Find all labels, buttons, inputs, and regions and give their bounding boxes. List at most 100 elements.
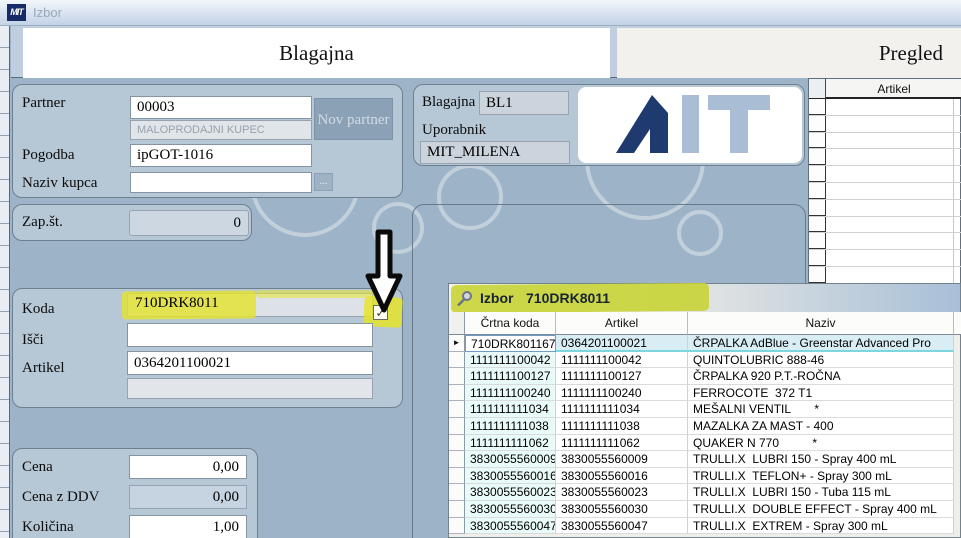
row-selector[interactable]	[809, 149, 826, 166]
cell-crtna-koda[interactable]: 1111111100240	[465, 384, 556, 402]
cell-artikel[interactable]: 3830055560030	[556, 501, 688, 518]
cell-naziv[interactable]: TRULLI.X LUBRI 150 - Spray 400 mL	[688, 451, 954, 468]
row-selector[interactable]	[809, 199, 826, 216]
popup-header-artikel[interactable]: Artikel	[556, 312, 688, 335]
cell-naziv[interactable]: TRULLI.X LUBRI 150 - Tuba 115 mL	[688, 484, 954, 501]
row-selector[interactable]	[449, 351, 465, 369]
row-selector[interactable]	[449, 501, 465, 518]
row-selector[interactable]: ►	[449, 335, 465, 352]
cell-naziv[interactable]: TRULLI.X EXTREM - Spray 300 mL	[688, 517, 954, 535]
popup-table-row[interactable]: 1111111111034 1111111111034 MEŠALNI VENTIL…	[449, 401, 961, 418]
cell-naziv[interactable]: QUINTOLUBRIC 888-46	[688, 351, 954, 369]
cart-table-row[interactable]	[809, 166, 961, 183]
cell-naziv[interactable]: QUAKER N 770 *	[688, 434, 954, 452]
cart-table-row[interactable]	[809, 99, 961, 116]
row-selector[interactable]	[809, 132, 826, 149]
partner-input[interactable]: 00003	[130, 96, 312, 119]
row-selector[interactable]	[809, 250, 826, 266]
koda-input[interactable]: 710DRK8011	[121, 290, 376, 320]
row-selector[interactable]	[809, 166, 826, 182]
nov-partner-button[interactable]: Nov partner	[314, 98, 393, 140]
kolicina-input[interactable]: 1,00	[129, 515, 247, 538]
cart-table-row[interactable]	[809, 250, 961, 267]
row-selector[interactable]	[449, 418, 465, 435]
cell-crtna-koda[interactable]: 3830055560009	[465, 451, 556, 468]
cell-artikel[interactable]: 1111111100240	[556, 384, 688, 402]
cart-table-row[interactable]	[809, 115, 961, 133]
row-selector[interactable]	[449, 384, 465, 402]
row-selector[interactable]	[809, 216, 826, 233]
popup-table-row[interactable]: 1111111111038 1111111111038 MAZALKA ZA MAS…	[449, 418, 961, 435]
row-selector[interactable]	[809, 233, 826, 250]
cell-naziv[interactable]: MAZALKA ZA MAST - 400	[688, 418, 954, 435]
row-selector[interactable]	[449, 401, 465, 418]
cell-crtna-koda[interactable]: 1111111111062	[465, 434, 556, 452]
window-titlebar[interactable]: MIT Izbor	[0, 0, 961, 26]
row-selector[interactable]	[449, 517, 465, 535]
popup-table-row[interactable]: 3830055560030 3830055560030 TRULLI.X DOUBL…	[449, 501, 961, 518]
cell-crtna-koda[interactable]: 710DRK801167	[465, 335, 556, 352]
row-selector[interactable]	[449, 451, 465, 468]
popup-table-row[interactable]: 3830055560023 3830055560023 TRULLI.X LUBRI…	[449, 484, 961, 501]
row-selector[interactable]	[449, 467, 465, 485]
cell-crtna-koda[interactable]: 3830055560030	[465, 501, 556, 518]
cart-table-row[interactable]	[809, 267, 961, 284]
naziv-kupca-input[interactable]	[130, 172, 312, 193]
popup-table-row[interactable]: 1111111111062 1111111111062 QUAKER N 770 *	[449, 434, 961, 452]
cell-crtna-koda[interactable]: 3830055560016	[465, 467, 556, 485]
cell-artikel[interactable]: 1111111111034	[556, 401, 688, 418]
popup-table-row[interactable]: 3830055560016 3830055560016 TRULLI.X TEFLO…	[449, 467, 961, 485]
cart-table-row[interactable]	[809, 199, 961, 217]
cart-table-row[interactable]	[809, 149, 961, 167]
cell-naziv[interactable]: ČRPALKA AdBlue - Greenstar Advanced Pro	[688, 335, 954, 352]
cell-crtna-koda[interactable]: 3830055560023	[465, 484, 556, 501]
cena-input[interactable]: 0,00	[129, 455, 247, 479]
cell-artikel[interactable]: 1111111111062	[556, 434, 688, 452]
row-selector[interactable]	[809, 115, 826, 132]
popup-table-row[interactable]: ► 710DRK801167 0364201100021 ČRPALKA AdBlue…	[449, 335, 961, 352]
cell-crtna-koda[interactable]: 1111111111038	[465, 418, 556, 435]
cart-table-row[interactable]	[809, 132, 961, 150]
cart-table-row[interactable]	[809, 216, 961, 234]
popup-table-row[interactable]: 1111111100042 1111111100042 QUINTOLUBRIC 8…	[449, 351, 961, 369]
row-selector[interactable]	[809, 99, 826, 115]
cell-naziv[interactable]: TRULLI.X DOUBLE EFFECT - Spray 400 mL	[688, 501, 954, 518]
cell-crtna-koda[interactable]: 1111111100127	[465, 368, 556, 385]
popup-header-naziv[interactable]: Naziv	[688, 312, 954, 335]
cell-naziv[interactable]: ČRPALKA 920 P.T.-ROČNA	[688, 368, 954, 385]
pogodba-input[interactable]: ipGOT-1016	[130, 144, 312, 167]
cell-artikel[interactable]: 3830055560047	[556, 517, 688, 535]
popup-table-row[interactable]: 3830055560047 3830055560047 TRULLI.X EXTRE…	[449, 517, 961, 535]
cell-artikel[interactable]: 1111111111038	[556, 418, 688, 435]
cell-artikel[interactable]: 3830055560023	[556, 484, 688, 501]
cart-table-row[interactable]	[809, 183, 961, 200]
cell-artikel[interactable]: 1111111100127	[556, 368, 688, 385]
tab-pregled[interactable]: Pregled	[617, 28, 961, 78]
cell-crtna-koda[interactable]: 1111111100042	[465, 351, 556, 369]
row-selector[interactable]	[809, 267, 826, 283]
cart-table-header-artikel[interactable]: Artikel	[826, 79, 961, 99]
row-selector[interactable]	[449, 434, 465, 452]
cell-artikel[interactable]: 0364201100021	[556, 335, 688, 352]
browse-button[interactable]: ...	[314, 173, 333, 191]
popup-titlebar[interactable]: Izbor 710DRK8011	[449, 282, 960, 314]
cart-table-row[interactable]	[809, 233, 961, 251]
popup-table-row[interactable]: 1111111100240 1111111100240 FERROCOTE 372 …	[449, 384, 961, 402]
cell-crtna-koda[interactable]: 1111111111034	[465, 401, 556, 418]
row-selector[interactable]	[809, 183, 826, 199]
cell-artikel[interactable]: 3830055560009	[556, 451, 688, 468]
cell-naziv[interactable]: TRULLI.X TEFLON+ - Spray 300 mL	[688, 467, 954, 485]
popup-header-crtna-koda[interactable]: Črtna koda	[465, 312, 556, 335]
row-selector[interactable]	[449, 368, 465, 385]
popup-table-row[interactable]: 3830055560009 3830055560009 TRULLI.X LUBRI…	[449, 451, 961, 468]
cell-naziv[interactable]: MEŠALNI VENTIL *	[688, 401, 954, 418]
cell-artikel[interactable]: 3830055560016	[556, 467, 688, 485]
cell-crtna-koda[interactable]: 3830055560047	[465, 517, 556, 535]
isci-input[interactable]	[127, 323, 373, 347]
artikel-input[interactable]: 0364201100021	[127, 351, 373, 375]
cell-artikel[interactable]: 1111111100042	[556, 351, 688, 369]
popup-table-row[interactable]: 1111111100127 1111111100127 ČRPALKA 920 P.…	[449, 368, 961, 385]
row-selector[interactable]	[449, 484, 465, 501]
tab-blagajna[interactable]: Blagajna	[23, 28, 610, 78]
cell-naziv[interactable]: FERROCOTE 372 T1	[688, 384, 954, 402]
